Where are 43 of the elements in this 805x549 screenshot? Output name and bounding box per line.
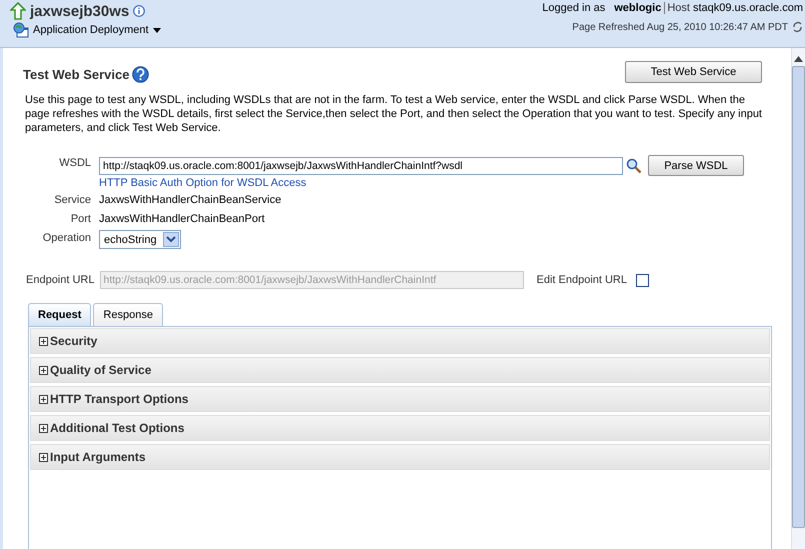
service-label: Service (53, 193, 91, 208)
edit-endpoint-checkbox[interactable] (636, 274, 649, 286)
tab[interactable]: Response (93, 303, 163, 326)
host-label: Host (664, 2, 690, 14)
port-label: Port (70, 212, 91, 227)
up-arrow-icon (10, 2, 26, 20)
expand-icon[interactable] (39, 394, 48, 404)
page-refreshed-text: Page Refreshed Aug 25, 2010 10:26:47 AM PDT (572, 22, 788, 32)
collapsible-section-header[interactable]: Input Arguments (30, 444, 770, 470)
port-value: JaxwsWithHandlerChainBeanPort (99, 212, 266, 227)
service-value: JaxwsWithHandlerChainBeanService (99, 193, 282, 208)
collapsible-section-header[interactable]: Security (30, 328, 770, 354)
expand-icon[interactable] (39, 452, 48, 462)
application-deployment-menu[interactable]: Application Deployment (13, 22, 161, 38)
caret-icon (152, 28, 161, 32)
operation-label: Operation (42, 231, 91, 246)
host-name: staqk09.us.oracle.com (692, 2, 803, 14)
scroll-up-icon[interactable] (794, 56, 803, 62)
collapsible-section-header[interactable]: Quality of Service (30, 357, 770, 383)
globe-window-icon (13, 22, 29, 38)
wsdl-input[interactable]: http://staqk09.us.oracle.com:8001/jaxwsejb/JaxwsWithHandlerChainIntf?wsdl (99, 156, 623, 174)
tab[interactable]: Request (28, 303, 92, 326)
refresh-icon[interactable] (792, 21, 803, 33)
operation-dropdown[interactable]: echoString (99, 230, 181, 249)
parse-wsdl-button[interactable]: Parse WSDL (648, 155, 744, 176)
info-icon[interactable] (133, 5, 146, 17)
description-text: Use this page to test any WSDL, including WSDLs that are not in the farm. To test a Web service, enter the WSDL and click Parse WSDL. When the page refreshes with the WSDL details, first select the Service,then select the Port, and then select the Operation that you want to test. Specify any input parameters, and click Test Web Service. (25, 93, 763, 135)
test-web-service-button[interactable]: Test Web Service (625, 60, 762, 82)
wsdl-label: WSDL (58, 156, 91, 171)
expand-icon[interactable] (39, 366, 48, 374)
expand-icon[interactable] (39, 424, 48, 432)
collapsible-section-header[interactable]: Additional Test Options (30, 415, 770, 441)
http-basic-auth-link[interactable]: HTTP Basic Auth Option for WSDL Access (99, 177, 772, 189)
logged-in-label: Logged in as (542, 2, 606, 14)
endpoint-url-label: Endpoint URL (26, 274, 94, 286)
page-title: Test Web Service (23, 67, 130, 82)
expand-icon[interactable] (39, 336, 48, 346)
search-icon[interactable] (626, 158, 642, 174)
help-icon[interactable] (132, 66, 150, 83)
edit-endpoint-url-label: Edit Endpoint URL (536, 274, 627, 286)
deployment-title: jaxwsejb30ws (30, 2, 130, 20)
user-name: weblogic (614, 2, 662, 14)
collapsible-section-header[interactable]: HTTP Transport Options (30, 386, 770, 412)
